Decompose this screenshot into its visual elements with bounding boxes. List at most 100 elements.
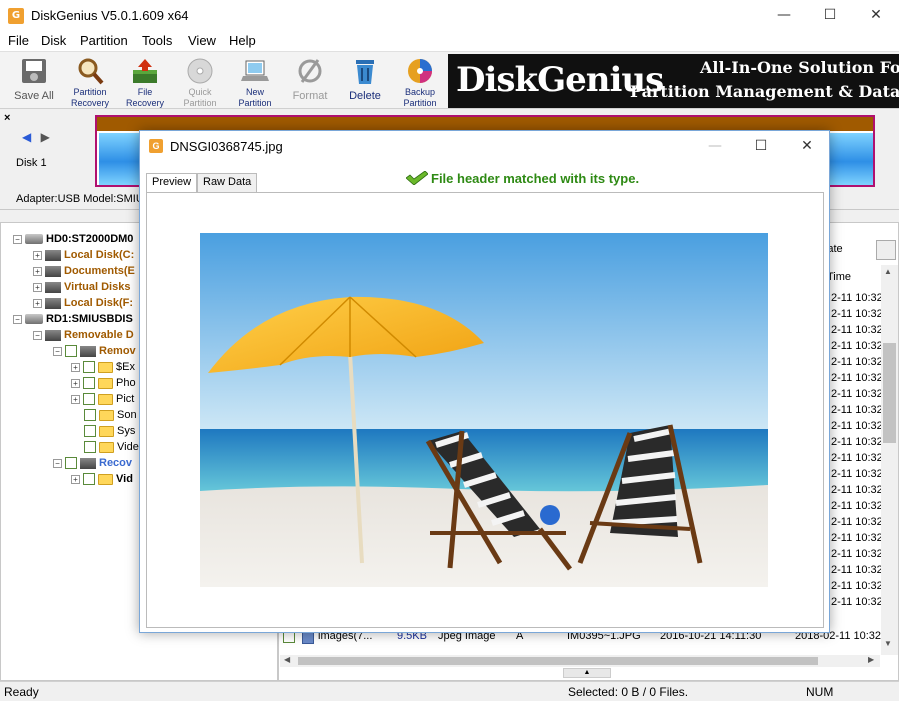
- tree-item-recov[interactable]: − Recov: [53, 455, 132, 471]
- partition-recovery-button[interactable]: Partition Recovery: [63, 54, 117, 108]
- menu-tools[interactable]: Tools: [142, 33, 172, 48]
- tree-item-label: Vid: [116, 473, 133, 485]
- expand-icon[interactable]: +: [33, 250, 42, 260]
- scroll-right-icon[interactable]: ▶: [868, 655, 874, 664]
- collapse-icon[interactable]: −: [33, 330, 42, 340]
- dialog-title-bar: G DNSGI0368745.jpg — ☐ ✕: [140, 131, 829, 161]
- tree-item-label: $Ex: [116, 361, 135, 373]
- collapse-icon[interactable]: −: [53, 346, 62, 356]
- partition-segment[interactable]: [827, 133, 873, 185]
- partition-recovery-label-1: Partition: [73, 87, 107, 97]
- beach-photo: [200, 233, 768, 587]
- column-header-time[interactable]: Time: [827, 271, 851, 283]
- backup-disc-icon: [404, 56, 436, 86]
- minimize-button[interactable]: —: [761, 0, 807, 31]
- tree-item-rd1[interactable]: − RD1:SMIUSBDIS: [13, 311, 133, 327]
- panel-close-icon[interactable]: ×: [4, 112, 10, 124]
- folder-icon: [99, 441, 114, 453]
- tree-item-folder[interactable]: + Vid: [71, 471, 133, 487]
- tree-item-hd0[interactable]: − HD0:ST2000DM0: [13, 231, 133, 247]
- match-message: File header matched with its type.: [406, 171, 639, 186]
- menu-file[interactable]: File: [8, 33, 29, 48]
- scroll-down-icon[interactable]: ▼: [884, 639, 892, 648]
- time-cell: 2-11 10:32: [831, 532, 883, 544]
- tree-item-folder[interactable]: + Pict: [71, 391, 134, 407]
- expand-icon[interactable]: +: [71, 362, 80, 372]
- save-all-button[interactable]: Save All: [7, 54, 61, 108]
- tree-item-folder[interactable]: + $Ex: [71, 359, 135, 375]
- time-cell: 2-11 10:32: [831, 500, 883, 512]
- menu-disk[interactable]: Disk: [41, 33, 66, 48]
- scroll-left-icon[interactable]: ◀: [284, 655, 290, 664]
- new-partition-label-2: Partition: [238, 98, 272, 108]
- tree-item-folder[interactable]: Son: [84, 407, 137, 423]
- time-cell: 2-11 10:32: [831, 452, 883, 464]
- menu-partition[interactable]: Partition: [80, 33, 128, 48]
- scroll-up-icon[interactable]: ▲: [884, 267, 892, 276]
- banner-tagline-2: Partition Management & Data Reco: [630, 82, 899, 101]
- tree-checkbox[interactable]: [84, 441, 96, 454]
- partition-segment[interactable]: [99, 133, 139, 185]
- tree-item-local-disk-c[interactable]: + Local Disk(C:: [33, 247, 134, 263]
- delete-button[interactable]: Delete: [338, 54, 392, 108]
- tree-item-virtual-disks[interactable]: + Virtual Disks: [33, 279, 130, 295]
- tree-item-label: Son: [117, 409, 137, 421]
- tree-item-local-disk-f[interactable]: + Local Disk(F:: [33, 295, 133, 311]
- tab-raw-data[interactable]: Raw Data: [197, 173, 258, 192]
- collapse-icon[interactable]: −: [13, 314, 22, 324]
- expand-icon[interactable]: +: [33, 266, 42, 276]
- expand-icon[interactable]: +: [71, 474, 80, 484]
- menu-help[interactable]: Help: [229, 33, 256, 48]
- tree-item-label: Pho: [116, 377, 136, 389]
- tree-checkbox[interactable]: [65, 457, 77, 470]
- close-button[interactable]: ✕: [853, 0, 899, 31]
- backup-partition-button[interactable]: Backup Partition: [393, 54, 447, 108]
- scrollbar-thumb[interactable]: [883, 343, 896, 443]
- new-partition-button[interactable]: New Partition: [228, 54, 282, 108]
- status-selected: Selected: 0 B / 0 Files.: [568, 685, 689, 699]
- tree-checkbox[interactable]: [84, 409, 96, 422]
- vertical-scrollbar[interactable]: ▲ ▼: [881, 265, 898, 655]
- filter-button[interactable]: [876, 240, 896, 260]
- format-button[interactable]: Format: [283, 54, 337, 108]
- horizontal-scrollbar[interactable]: ◀ ▶: [280, 655, 880, 667]
- empty-set-icon: [294, 56, 326, 86]
- folder-icon: [99, 425, 114, 437]
- partition-icon: [45, 281, 61, 293]
- partition-icon: [80, 457, 96, 469]
- checkmark-icon: [406, 171, 428, 185]
- collapse-icon[interactable]: −: [53, 458, 62, 468]
- expand-icon[interactable]: +: [33, 282, 42, 292]
- dialog-close-button[interactable]: ✕: [784, 131, 830, 161]
- tree-item-folder[interactable]: + Pho: [71, 375, 136, 391]
- expand-icon[interactable]: +: [71, 378, 80, 388]
- scrollbar-thumb[interactable]: [298, 657, 818, 665]
- tree-checkbox[interactable]: [83, 473, 95, 486]
- collapse-icon[interactable]: −: [13, 234, 22, 244]
- quick-partition-button[interactable]: Quick Partition: [173, 54, 227, 108]
- dialog-maximize-button[interactable]: ☐: [738, 131, 784, 161]
- tree-checkbox[interactable]: [83, 377, 95, 390]
- file-recovery-label-1: File: [137, 87, 153, 97]
- tree-checkbox[interactable]: [65, 345, 77, 358]
- tree-checkbox[interactable]: [83, 361, 95, 374]
- prev-disk-icon[interactable]: ◀: [22, 130, 31, 144]
- file-recovery-button[interactable]: File Recovery: [118, 54, 172, 108]
- tree-checkbox[interactable]: [83, 393, 95, 406]
- next-disk-icon[interactable]: ▶: [41, 130, 50, 144]
- tree-item-documents[interactable]: + Documents(E: [33, 263, 135, 279]
- tree-item-folder[interactable]: Vide: [84, 439, 139, 455]
- tree-item-remov[interactable]: − Remov: [53, 343, 136, 359]
- app-logo-icon: G: [149, 139, 163, 153]
- tree-item-removable[interactable]: − Removable D: [33, 327, 134, 343]
- maximize-button[interactable]: ☐: [807, 0, 853, 31]
- tree-item-label: RD1:SMIUSBDIS: [46, 313, 133, 325]
- panel-splitter-icon[interactable]: ▲: [563, 668, 611, 678]
- menu-view[interactable]: View: [188, 33, 216, 48]
- tree-item-folder[interactable]: Sys: [84, 423, 135, 439]
- tree-checkbox[interactable]: [84, 425, 96, 438]
- tab-preview[interactable]: Preview: [146, 173, 198, 193]
- expand-icon[interactable]: +: [71, 394, 80, 404]
- expand-icon[interactable]: +: [33, 298, 42, 308]
- dialog-minimize-button[interactable]: —: [692, 131, 738, 161]
